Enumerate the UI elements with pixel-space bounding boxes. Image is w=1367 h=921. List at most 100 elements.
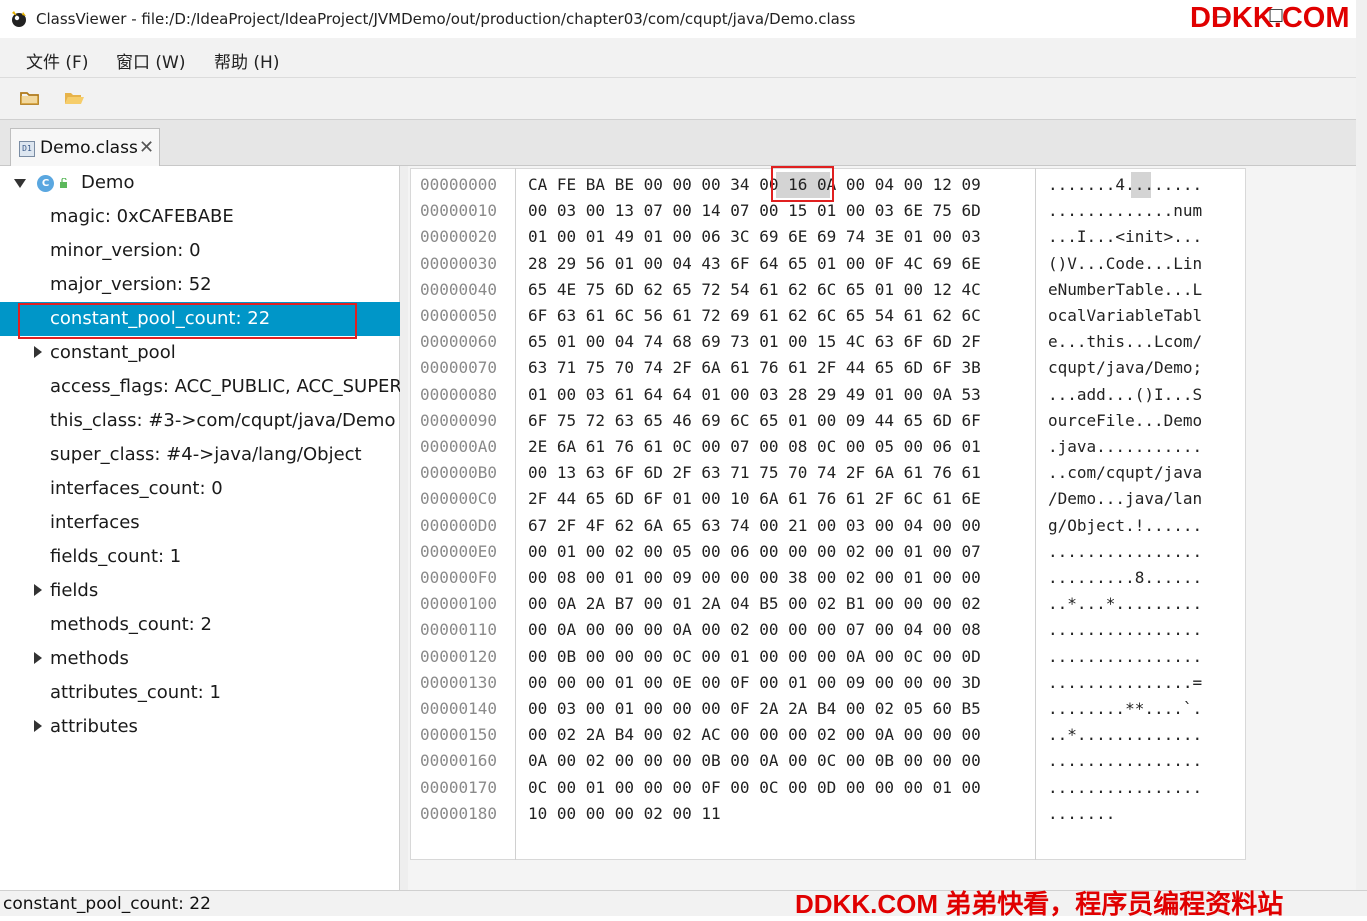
tree-item-label: interfaces	[50, 512, 140, 533]
hex-offset: 00000040	[420, 279, 498, 299]
hex-bytes-row[interactable]: 65 01 00 04 74 68 69 73 01 00 15 4C 63 6…	[528, 332, 981, 351]
expand-right-icon[interactable]	[34, 346, 42, 358]
tree-item[interactable]: constant_pool	[0, 336, 400, 370]
close-icon[interactable]: ✕	[139, 137, 154, 158]
tree-item-label: Demo	[81, 172, 135, 193]
hex-bytes-row[interactable]: CA FE BA BE 00 00 00 34 00 16 0A 00 04 0…	[528, 175, 981, 194]
hex-ascii-row[interactable]: ...add...()I...S	[1048, 385, 1202, 404]
ascii-column[interactable]: .......4........ .............num ...I...<…	[1036, 168, 1246, 860]
tree-item-label: fields_count: 1	[50, 546, 182, 567]
tree-item[interactable]: major_version: 52	[0, 268, 400, 302]
hex-bytes-row[interactable]: 00 08 00 01 00 09 00 00 00 38 00 02 00 0…	[528, 568, 981, 587]
hex-ascii-row[interactable]: ................	[1048, 542, 1202, 561]
hex-bytes-row[interactable]: 6F 75 72 63 65 46 69 6C 65 01 00 09 44 6…	[528, 411, 981, 430]
hex-ascii-row[interactable]: .java...........	[1048, 437, 1202, 456]
hex-bytes-row[interactable]: 0A 00 02 00 00 00 0B 00 0A 00 0C 00 0B 0…	[528, 751, 981, 770]
hex-offset: 00000030	[420, 253, 498, 273]
hex-ascii-row[interactable]: .........8......	[1048, 568, 1202, 587]
hex-bytes-row[interactable]: 00 00 00 01 00 0E 00 0F 00 01 00 09 00 0…	[528, 673, 981, 692]
class-icon: C	[37, 175, 54, 192]
hex-bytes-row[interactable]: 63 71 75 70 74 2F 6A 61 76 61 2F 44 65 6…	[528, 358, 981, 377]
hex-ascii-row[interactable]: .............num	[1048, 201, 1202, 220]
hex-bytes-row[interactable]: 6F 63 61 6C 56 61 72 69 61 62 6C 65 54 6…	[528, 306, 981, 325]
hex-ascii-row[interactable]: ourceFile...Demo	[1048, 411, 1202, 430]
class-structure-tree: C Demo magic: 0xCAFEBABE minor_version: 0…	[0, 166, 402, 890]
tree-item-label: magic: 0xCAFEBABE	[50, 206, 234, 227]
hex-ascii-row[interactable]: cqupt/java/Demo;	[1048, 358, 1202, 377]
tab-demo-class[interactable]: D1 Demo.class ✕	[10, 128, 160, 167]
tree-item[interactable]: interfaces	[0, 506, 400, 540]
hex-bytes-row[interactable]: 01 00 03 61 64 64 01 00 03 28 29 49 01 0…	[528, 385, 981, 404]
menu-help[interactable]: 帮助 (H)	[214, 48, 279, 73]
hex-ascii-row[interactable]: ................	[1048, 620, 1202, 639]
expand-right-icon[interactable]	[34, 720, 42, 732]
window-scrollbar[interactable]	[1356, 0, 1367, 890]
hex-offset: 00000070	[420, 358, 498, 378]
hex-ascii-row[interactable]: .......	[1048, 804, 1115, 823]
expand-down-icon[interactable]	[14, 179, 26, 188]
hex-ascii-row[interactable]: ..*.............	[1048, 725, 1202, 744]
tree-item[interactable]: super_class: #4->java/lang/Object	[0, 438, 400, 472]
hex-bytes-row[interactable]: 0C 00 01 00 00 00 0F 00 0C 00 0D 00 00 0…	[528, 778, 981, 797]
hex-ascii-row[interactable]: ................	[1048, 647, 1202, 666]
highlight-box-hex	[771, 166, 834, 202]
tree-item[interactable]: attributes_count: 1	[0, 676, 400, 710]
hex-ascii-row[interactable]: .......4........	[1048, 175, 1202, 194]
tree-item[interactable]: methods_count: 2	[0, 608, 400, 642]
tree-item[interactable]: attributes	[0, 710, 400, 744]
hex-bytes-row[interactable]: 2E 6A 61 76 61 0C 00 07 00 08 0C 00 05 0…	[528, 437, 981, 456]
folder-open-icon[interactable]	[62, 87, 86, 109]
hex-ascii-row[interactable]: g/Object.!......	[1048, 516, 1202, 535]
tree-root-demo[interactable]: C Demo	[0, 166, 400, 200]
tree-item[interactable]: this_class: #3->com/cqupt/java/Demo	[0, 404, 400, 438]
hex-bytes-row[interactable]: 65 4E 75 6D 62 65 72 54 61 62 6C 65 01 0…	[528, 280, 981, 299]
hex-bytes-row[interactable]: 2F 44 65 6D 6F 01 00 10 6A 61 76 61 2F 6…	[528, 489, 981, 508]
tree-item[interactable]: access_flags: ACC_PUBLIC, ACC_SUPER	[0, 370, 402, 404]
hex-ascii-row[interactable]: ...............=	[1048, 673, 1202, 692]
menu-file[interactable]: 文件 (F)	[26, 48, 88, 73]
tree-item[interactable]: fields_count: 1	[0, 540, 400, 574]
tree-item[interactable]: minor_version: 0	[0, 234, 400, 268]
app-logo-icon	[12, 11, 26, 27]
hex-ascii-row[interactable]: ........**....`.	[1048, 699, 1202, 718]
hex-ascii-row[interactable]: e...this...Lcom/	[1048, 332, 1202, 351]
hex-offset: 00000170	[420, 777, 498, 797]
hex-ascii-row[interactable]: /Demo...java/lan	[1048, 489, 1202, 508]
hex-ascii-row[interactable]: ..com/cqupt/java	[1048, 463, 1202, 482]
hex-bytes-row[interactable]: 00 03 00 01 00 00 00 0F 2A 2A B4 00 02 0…	[528, 699, 981, 718]
tree-item[interactable]: fields	[0, 574, 400, 608]
hex-bytes-row[interactable]: 00 0A 00 00 00 0A 00 02 00 00 00 07 00 0…	[528, 620, 981, 639]
hex-ascii-row[interactable]: ................	[1048, 778, 1202, 797]
hex-ascii-row[interactable]: ..*...*.........	[1048, 594, 1202, 613]
hex-ascii-row[interactable]: ...I...<init>...	[1048, 227, 1202, 246]
hex-ascii-row[interactable]: eNumberTable...L	[1048, 280, 1202, 299]
hex-bytes-row[interactable]: 01 00 01 49 01 00 06 3C 69 6E 69 74 3E 0…	[528, 227, 981, 246]
tree-item[interactable]: methods	[0, 642, 400, 676]
status-text: constant_pool_count: 22	[3, 894, 211, 914]
tree-item-label: attributes	[50, 716, 138, 737]
hex-bytes-row[interactable]: 28 29 56 01 00 04 43 6F 64 65 01 00 0F 4…	[528, 254, 981, 273]
hex-ascii-row[interactable]: ................	[1048, 751, 1202, 770]
hex-ascii-row[interactable]: ()V...Code...Lin	[1048, 254, 1202, 273]
hex-bytes-row[interactable]: 00 0A 2A B7 00 01 2A 04 B5 00 02 B1 00 0…	[528, 594, 981, 613]
tree-item-label: major_version: 52	[50, 274, 212, 295]
hex-bytes-row[interactable]: 10 00 00 00 02 00 11	[528, 804, 721, 823]
hex-bytes-row[interactable]: 00 02 2A B4 00 02 AC 00 00 00 02 00 0A 0…	[528, 725, 981, 744]
menu-window[interactable]: 窗口 (W)	[116, 48, 185, 73]
hex-bytes-row[interactable]: 00 03 00 13 07 00 14 07 00 15 01 00 03 6…	[528, 201, 981, 220]
hex-bytes-row[interactable]: 00 01 00 02 00 05 00 06 00 00 00 02 00 0…	[528, 542, 981, 561]
tree-item-label: methods_count: 2	[50, 614, 212, 635]
tree-item[interactable]: magic: 0xCAFEBABE	[0, 200, 400, 234]
hex-bytes-row[interactable]: 00 13 63 6F 6D 2F 63 71 75 70 74 2F 6A 6…	[528, 463, 981, 482]
folder-icon[interactable]	[18, 87, 42, 109]
expand-right-icon[interactable]	[34, 652, 42, 664]
hex-offset: 00000050	[420, 306, 498, 325]
hex-bytes-row[interactable]: 00 0B 00 00 00 0C 00 01 00 00 00 0A 00 0…	[528, 647, 981, 666]
hex-bytes-row[interactable]: 67 2F 4F 62 6A 65 63 74 00 21 00 03 00 0…	[528, 516, 981, 535]
hex-bytes-column[interactable]: CA FE BA BE 00 00 00 34 00 16 0A 00 04 0…	[516, 168, 1036, 860]
expand-right-icon[interactable]	[34, 584, 42, 596]
panel-splitter[interactable]	[400, 166, 408, 890]
hex-offset: 00000010	[420, 201, 498, 221]
hex-ascii-row[interactable]: ocalVariableTabl	[1048, 306, 1202, 325]
tree-item[interactable]: interfaces_count: 0	[0, 472, 400, 506]
